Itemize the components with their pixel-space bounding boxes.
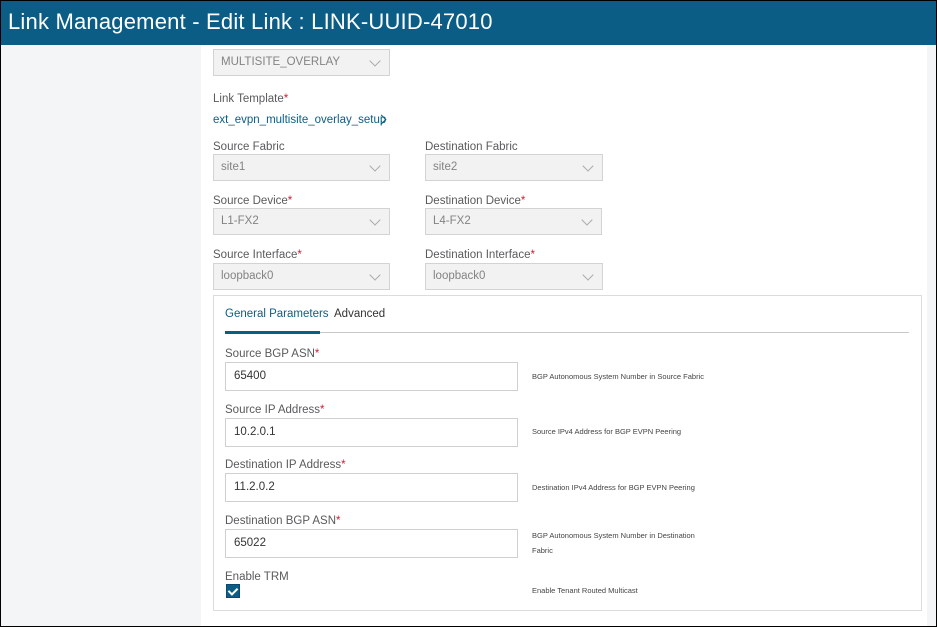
enable-trm-checkbox[interactable] (226, 584, 240, 598)
source-device-select[interactable]: L1-FX2 (213, 208, 390, 235)
destination-interface-select[interactable]: loopback0 (425, 263, 603, 290)
source-interface-select[interactable]: loopback0 (213, 263, 390, 290)
destination-device-select[interactable]: L4-FX2 (425, 208, 602, 235)
tab-general-parameters[interactable]: General Parameters (225, 308, 329, 320)
source-bgp-asn-input[interactable]: 65400 (225, 362, 518, 391)
source-device-label: Source Device* (213, 195, 293, 207)
chevron-down-icon (369, 160, 381, 172)
window-title: Link Management - Edit Link : LINK-UUID-… (1, 1, 936, 45)
tab-divider (225, 332, 909, 333)
destination-bgp-asn-input[interactable]: 65022 (225, 529, 518, 558)
destination-ip-input[interactable]: 11.2.0.2 (225, 473, 518, 502)
link-type-select[interactable]: MULTISITE_OVERLAY (213, 49, 390, 76)
edit-link-window: Link Management - Edit Link : LINK-UUID-… (0, 0, 937, 627)
destination-device-label: Destination Device* (425, 195, 526, 207)
destination-interface-label: Destination Interface* (425, 249, 535, 261)
destination-bgp-asn-help: BGP Autonomous System Number in Destinat… (532, 531, 695, 555)
destination-fabric-label: Destination Fabric (425, 141, 518, 153)
source-interface-value: loopback0 (221, 270, 274, 282)
link-template-link[interactable]: ext_evpn_multisite_overlay_setup (213, 114, 386, 126)
source-fabric-value: site1 (221, 161, 246, 173)
chevron-down-icon (369, 55, 381, 67)
source-fabric-label: Source Fabric (213, 141, 285, 153)
source-ip-label: Source IP Address* (225, 404, 325, 416)
link-type-value: MULTISITE_OVERLAY (221, 56, 341, 68)
left-pane (1, 45, 201, 626)
chevron-down-icon (369, 269, 381, 281)
source-device-value: L1-FX2 (221, 215, 259, 227)
destination-fabric-value: site2 (433, 161, 458, 173)
right-pane (927, 45, 936, 626)
destination-interface-value: loopback0 (433, 270, 486, 282)
chevron-down-icon (581, 214, 593, 226)
destination-ip-help: Destination IPv4 Address for BGP EVPN Pe… (532, 483, 695, 492)
active-tab-indicator (225, 331, 320, 334)
chevron-down-icon (582, 269, 594, 281)
destination-device-value: L4-FX2 (433, 215, 471, 227)
source-fabric-select[interactable]: site1 (213, 154, 390, 181)
parameters-panel (213, 295, 922, 611)
enable-trm-help: Enable Tenant Routed Multicast (532, 586, 638, 595)
source-ip-input[interactable]: 10.2.0.1 (225, 418, 518, 447)
chevron-down-icon (369, 214, 381, 226)
checkmark-icon (227, 585, 239, 596)
enable-trm-label: Enable TRM (225, 571, 289, 583)
tab-advanced[interactable]: Advanced (334, 308, 385, 320)
source-bgp-asn-help: BGP Autonomous System Number in Source F… (532, 372, 705, 381)
destination-bgp-asn-label: Destination BGP ASN* (225, 515, 341, 527)
destination-fabric-select[interactable]: site2 (425, 154, 603, 181)
source-interface-label: Source Interface* (213, 249, 302, 261)
source-ip-help: Source IPv4 Address for BGP EVPN Peering (532, 427, 682, 436)
link-template-label: Link Template* (213, 93, 289, 105)
destination-ip-label: Destination IP Address* (225, 459, 346, 471)
source-bgp-asn-label: Source BGP ASN* (225, 348, 320, 360)
chevron-down-icon (582, 160, 594, 172)
